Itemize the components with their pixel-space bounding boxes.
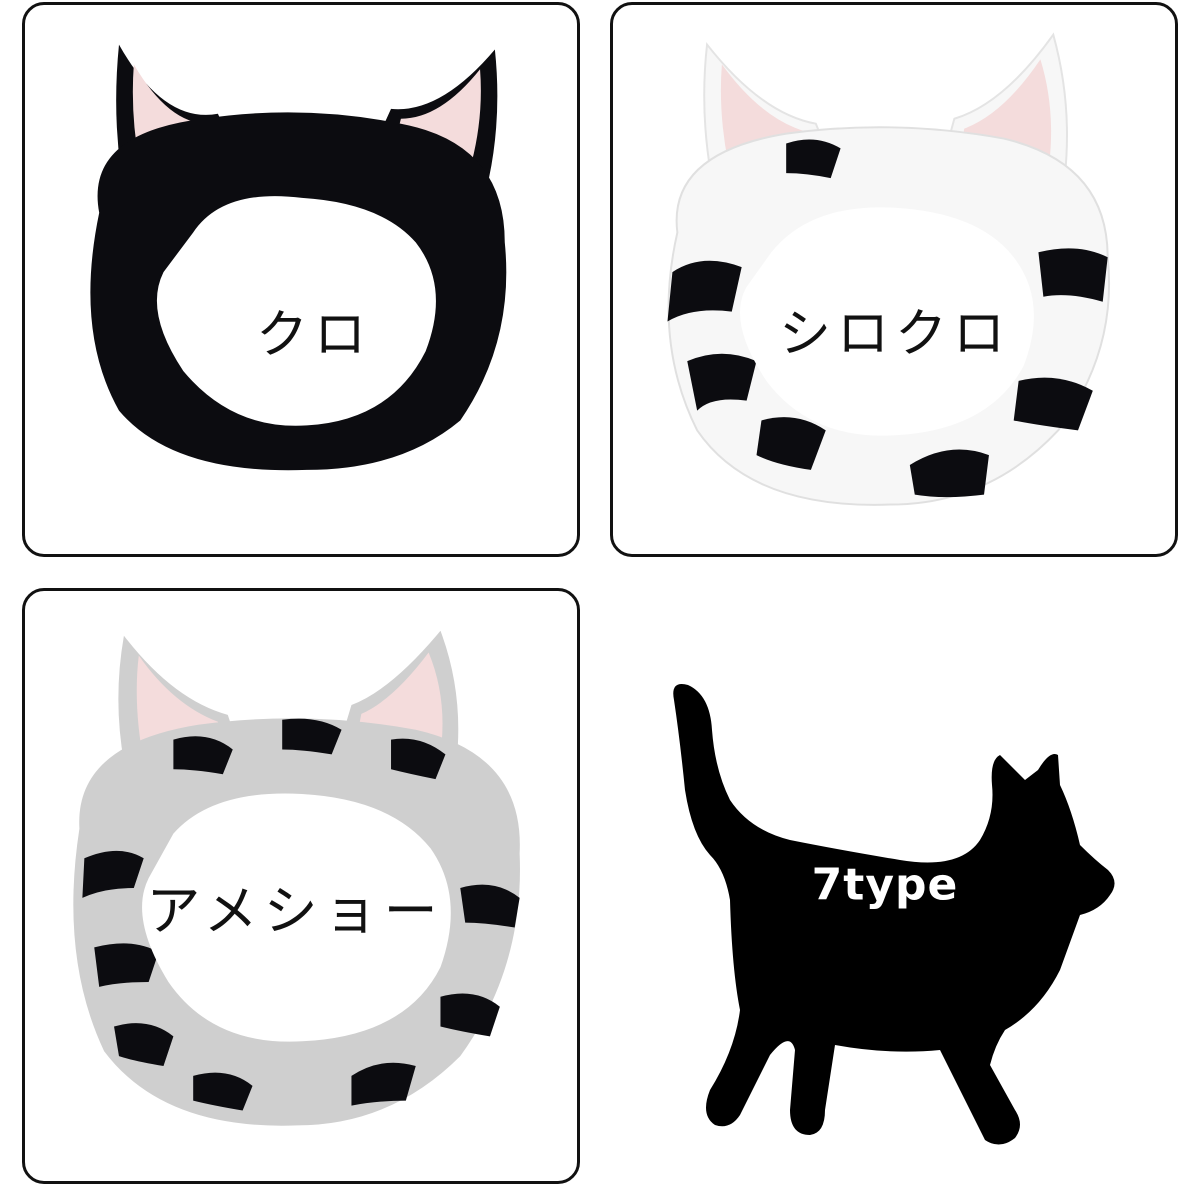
cat-silhouette-icon <box>673 684 1115 1145</box>
product-card-shirokuro[interactable]: シロクロ <box>610 2 1178 557</box>
product-card-american-shorthair[interactable]: アメショー <box>22 588 580 1184</box>
type-count-label: 7type <box>811 859 959 911</box>
product-name-kuro: クロ <box>255 305 373 366</box>
product-name-american-shorthair: アメショー <box>146 879 444 943</box>
product-card-kuro[interactable]: クロ <box>22 2 580 557</box>
white-black-cat-ear-headband-image <box>667 32 1111 506</box>
black-cat-ear-headband-image <box>90 44 507 471</box>
product-name-shirokuro: シロクロ <box>778 304 1012 365</box>
